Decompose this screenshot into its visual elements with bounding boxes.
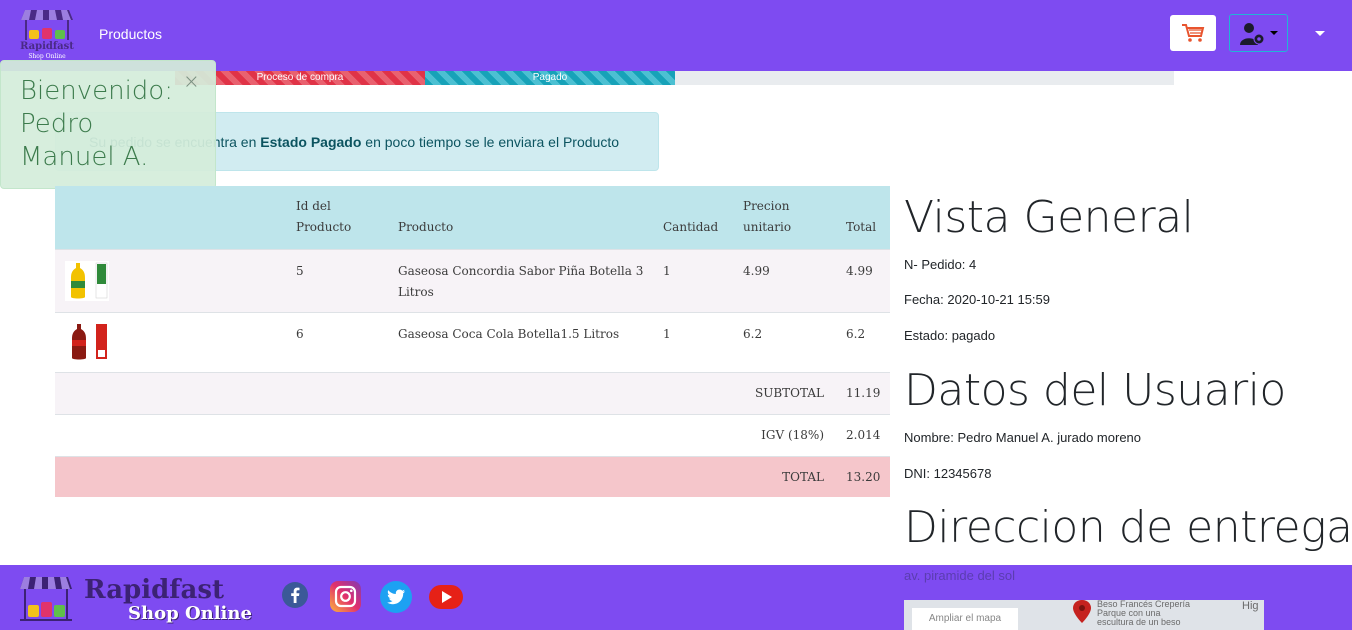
- summary-title: Vista General: [904, 192, 1194, 243]
- footer-brand-tagline: Shop Online: [128, 603, 252, 624]
- youtube-icon[interactable]: [428, 583, 464, 611]
- shopping-cart-icon: [1182, 24, 1205, 42]
- header-id-line2: Producto: [296, 220, 352, 234]
- shop-awning-icon: [20, 577, 72, 621]
- twitter-icon[interactable]: [379, 580, 413, 614]
- user-name: Nombre: Pedro Manuel A. jurado moreno: [904, 430, 1142, 445]
- map-label-right: Hig: [1242, 600, 1259, 612]
- welcome-first-name: Pedro: [20, 109, 94, 139]
- row-total: 4.99: [846, 264, 873, 278]
- total-value: 13.20: [846, 470, 881, 484]
- subtotal-label: SUBTOTAL: [755, 386, 824, 400]
- alert-status: Estado Pagado: [260, 134, 362, 150]
- user-title: Datos del Usuario: [904, 365, 1286, 416]
- row-product-line1: Gaseosa Concordia Sabor Piña Botella 3: [398, 264, 644, 278]
- total-row: TOTAL 13.20: [55, 456, 890, 497]
- chevron-down-icon: [1270, 31, 1278, 35]
- delivery-title: Direccion de entrega: [904, 502, 1352, 553]
- order-status: Estado: pagado: [904, 328, 996, 343]
- table-row: 5 Gaseosa Concordia Sabor Piña Botella 3…: [55, 249, 890, 312]
- progress-step-pagado: Pagado: [425, 71, 675, 85]
- delivery-map[interactable]: Ampliar el mapa Beso Francés Crepería Pa…: [904, 600, 1264, 630]
- header-id-line1: Id del: [296, 199, 331, 213]
- alert-text-suffix: en poco tiempo se le enviara el Producto: [361, 134, 619, 150]
- row-total: 6.2: [846, 327, 866, 341]
- purchase-progress: Proceso de compra Pagado: [175, 71, 1174, 85]
- header-total: Total: [846, 220, 877, 234]
- user-settings-icon: [1240, 23, 1265, 45]
- igv-label: IGV (18%): [761, 428, 824, 442]
- bottle-icon: [65, 261, 109, 301]
- header-product: Producto: [398, 220, 454, 234]
- map-expand-button[interactable]: Ampliar el mapa: [912, 608, 1018, 630]
- order-date: Fecha: 2020-10-21 15:59: [904, 292, 1050, 307]
- subtotal-row: SUBTOTAL 11.19: [55, 372, 890, 414]
- header-price-line2: unitario: [743, 220, 792, 234]
- close-button[interactable]: ×: [183, 71, 200, 91]
- row-price: 4.99: [743, 264, 770, 278]
- row-id: 5: [296, 264, 304, 278]
- map-pin-icon: [1073, 600, 1091, 623]
- igv-value: 2.014: [846, 428, 881, 442]
- cart-button[interactable]: [1170, 15, 1216, 51]
- facebook-icon[interactable]: [281, 581, 309, 609]
- table-header: Id del Producto Producto Cantidad Precio…: [55, 186, 890, 249]
- subtotal-value: 11.19: [846, 386, 881, 400]
- order-number: N- Pedido: 4: [904, 257, 977, 272]
- instagram-icon[interactable]: [329, 580, 362, 613]
- table-row: 6 Gaseosa Coca Cola Botella1.5 Litros 1 …: [55, 312, 890, 372]
- brand-tagline: Shop Online: [28, 53, 66, 60]
- welcome-alert: Bienvenido: Pedro Manuel A. ×: [0, 60, 216, 189]
- user-dni: DNI: 12345678: [904, 466, 992, 481]
- welcome-name: Manuel A.: [20, 142, 149, 172]
- header-price-line1: Precion: [743, 199, 790, 213]
- map-place-desc2: escultura de un beso: [1097, 617, 1181, 627]
- user-menu-button[interactable]: [1229, 14, 1288, 52]
- row-id: 6: [296, 327, 304, 341]
- header-qty: Cantidad: [663, 220, 719, 234]
- navbar-dropdown-toggle[interactable]: [1315, 31, 1325, 36]
- shop-awning-icon: [21, 10, 73, 40]
- total-label: TOTAL: [782, 470, 824, 484]
- row-price: 6.2: [743, 327, 763, 341]
- row-qty: 1: [663, 327, 671, 341]
- delivery-address: av. piramide del sol: [904, 568, 1016, 583]
- nav-link-productos[interactable]: Productos: [99, 26, 162, 42]
- footer: Rapidfast Shop Online av. piramide del s…: [0, 565, 1352, 630]
- row-product-line2: Litros: [398, 285, 434, 299]
- row-product: Gaseosa Coca Cola Botella1.5 Litros: [398, 327, 620, 341]
- igv-row: IGV (18%) 2.014: [55, 414, 890, 456]
- brand-name: Rapidfast: [20, 41, 74, 52]
- bottle-icon: [65, 322, 109, 362]
- row-qty: 1: [663, 264, 671, 278]
- brand-logo[interactable]: Rapidfast Shop Online: [17, 6, 77, 62]
- footer-brand-name: Rapidfast: [84, 575, 224, 605]
